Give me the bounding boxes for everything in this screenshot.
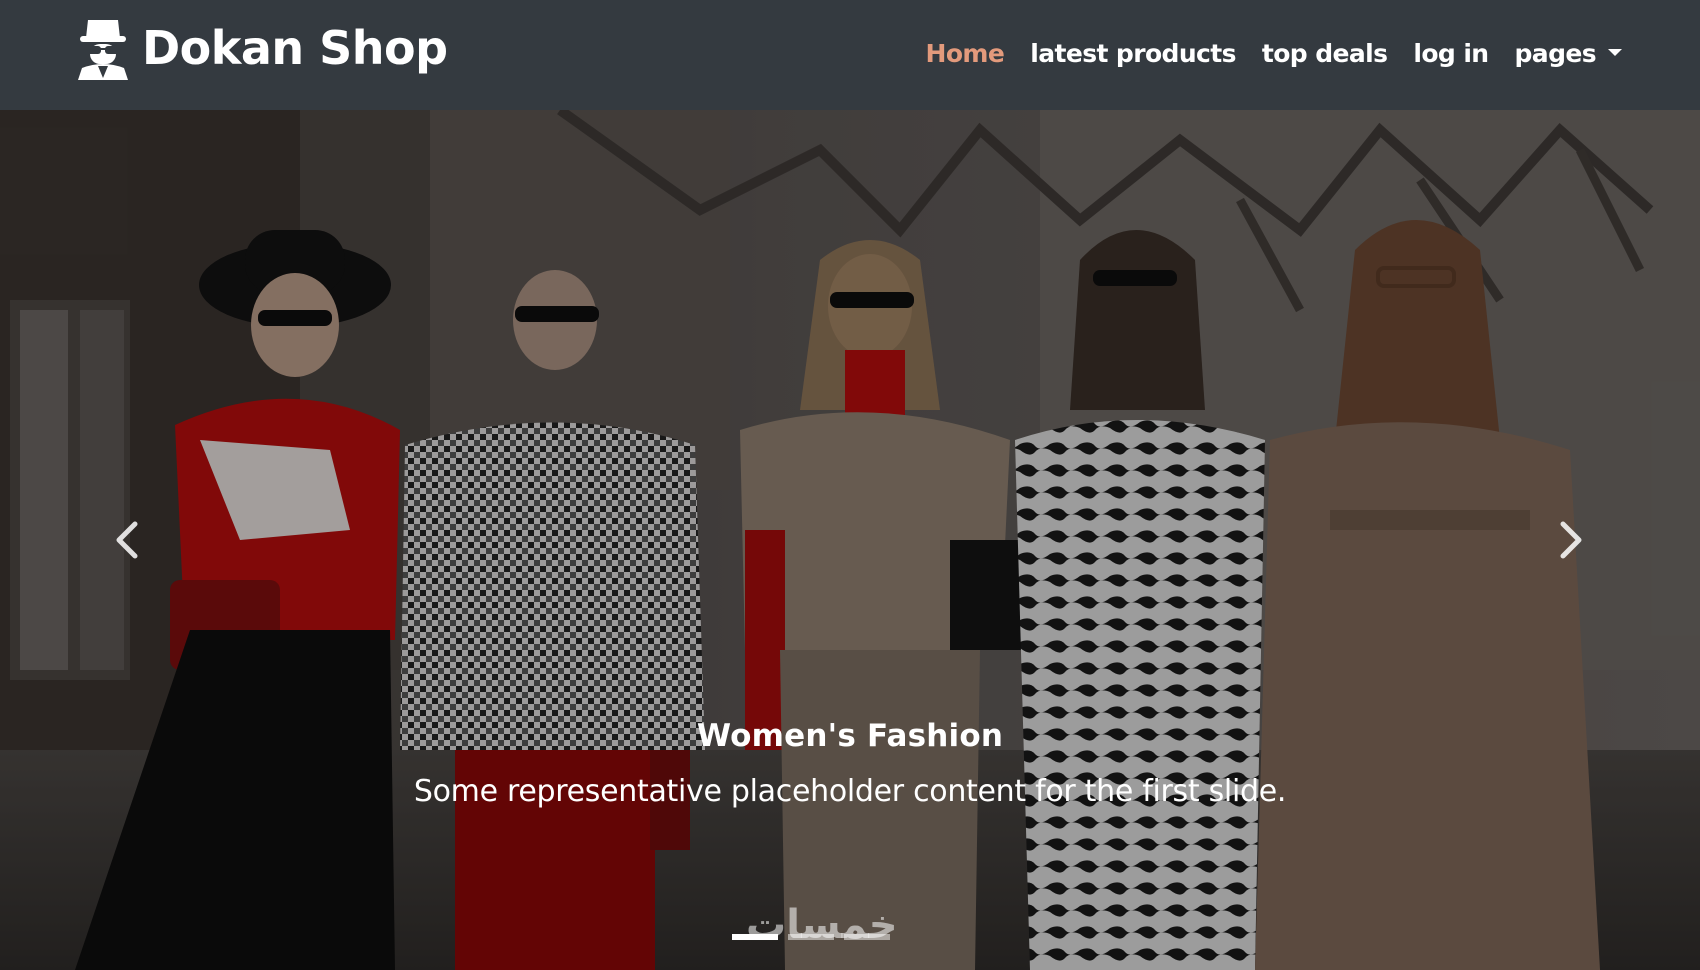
- nav-dropdown-pages-label: pages: [1514, 39, 1597, 68]
- slide-title: Women's Fashion: [696, 718, 1004, 754]
- nav-dropdown-pages[interactable]: pages: [1514, 36, 1622, 72]
- nav-link-top-deals[interactable]: top deals: [1262, 36, 1388, 72]
- nav-menu: Home latest products top deals log in pa…: [900, 36, 1622, 72]
- nav-link-home[interactable]: Home: [926, 36, 1005, 72]
- carousel-prev-button[interactable]: [97, 505, 157, 575]
- slide-caption: Women's Fashion Some representative plac…: [0, 714, 1700, 814]
- carousel-next-button[interactable]: [1541, 505, 1601, 575]
- nav-link-latest-products[interactable]: latest products: [1030, 36, 1236, 72]
- watermark: خمسات: [746, 902, 898, 948]
- brand-link[interactable]: Dokan Shop: [76, 16, 448, 80]
- caret-down-icon: [1608, 48, 1622, 56]
- nav-link-log-in[interactable]: log in: [1413, 36, 1489, 72]
- brand-name: Dokan Shop: [142, 21, 448, 75]
- incognito-spy-icon: [78, 20, 128, 80]
- slide-text: Some representative placeholder content …: [413, 774, 1287, 809]
- slide-overlay: [0, 110, 1700, 970]
- navbar: Dokan Shop Home latest products top deal…: [0, 0, 1700, 110]
- chevron-left-icon: [116, 521, 138, 559]
- hero-carousel: Women's Fashion Some representative plac…: [0, 110, 1700, 970]
- chevron-right-icon: [1560, 521, 1582, 559]
